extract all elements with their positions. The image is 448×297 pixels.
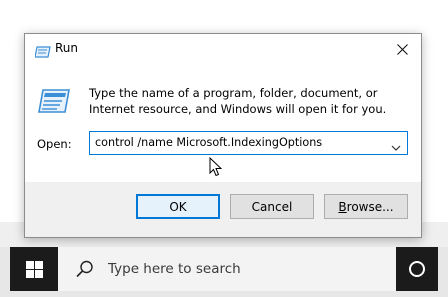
- run-large-icon: [38, 88, 70, 114]
- windows-logo-icon: [25, 260, 43, 278]
- run-icon: [34, 43, 51, 58]
- title-bar[interactable]: Run: [25, 34, 421, 64]
- dialog-footer: OK Cancel Browse...: [25, 182, 421, 237]
- close-button[interactable]: [383, 34, 421, 64]
- taskbar-search-box[interactable]: Type here to search: [58, 247, 396, 291]
- dropdown-button[interactable]: [391, 138, 401, 157]
- open-input[interactable]: control /name Microsoft.IndexingOptions: [95, 136, 322, 149]
- dialog-description: Type the name of a program, folder, docu…: [89, 86, 387, 116]
- start-button[interactable]: [10, 247, 58, 291]
- mouse-cursor-icon: [209, 156, 223, 181]
- close-icon: [396, 43, 408, 55]
- search-placeholder: Type here to search: [108, 261, 241, 277]
- open-combobox[interactable]: control /name Microsoft.IndexingOptions: [89, 131, 408, 155]
- ok-button[interactable]: OK: [136, 194, 220, 219]
- cancel-button[interactable]: Cancel: [230, 194, 314, 219]
- browse-accelerator: B: [338, 199, 347, 214]
- dialog-content: Type the name of a program, folder, docu…: [25, 64, 421, 182]
- search-icon: [76, 260, 94, 282]
- window-title: Run: [55, 41, 79, 55]
- run-dialog: Run Type the name of a program, folder, …: [24, 33, 422, 238]
- cortana-icon: [409, 261, 425, 277]
- browse-button[interactable]: Browse...: [324, 194, 408, 219]
- open-label: Open:: [37, 137, 72, 151]
- taskbar: Type here to search: [10, 247, 438, 291]
- chevron-down-icon: [391, 145, 401, 151]
- browse-label: rowse...: [346, 199, 394, 214]
- cortana-button[interactable]: [396, 247, 438, 291]
